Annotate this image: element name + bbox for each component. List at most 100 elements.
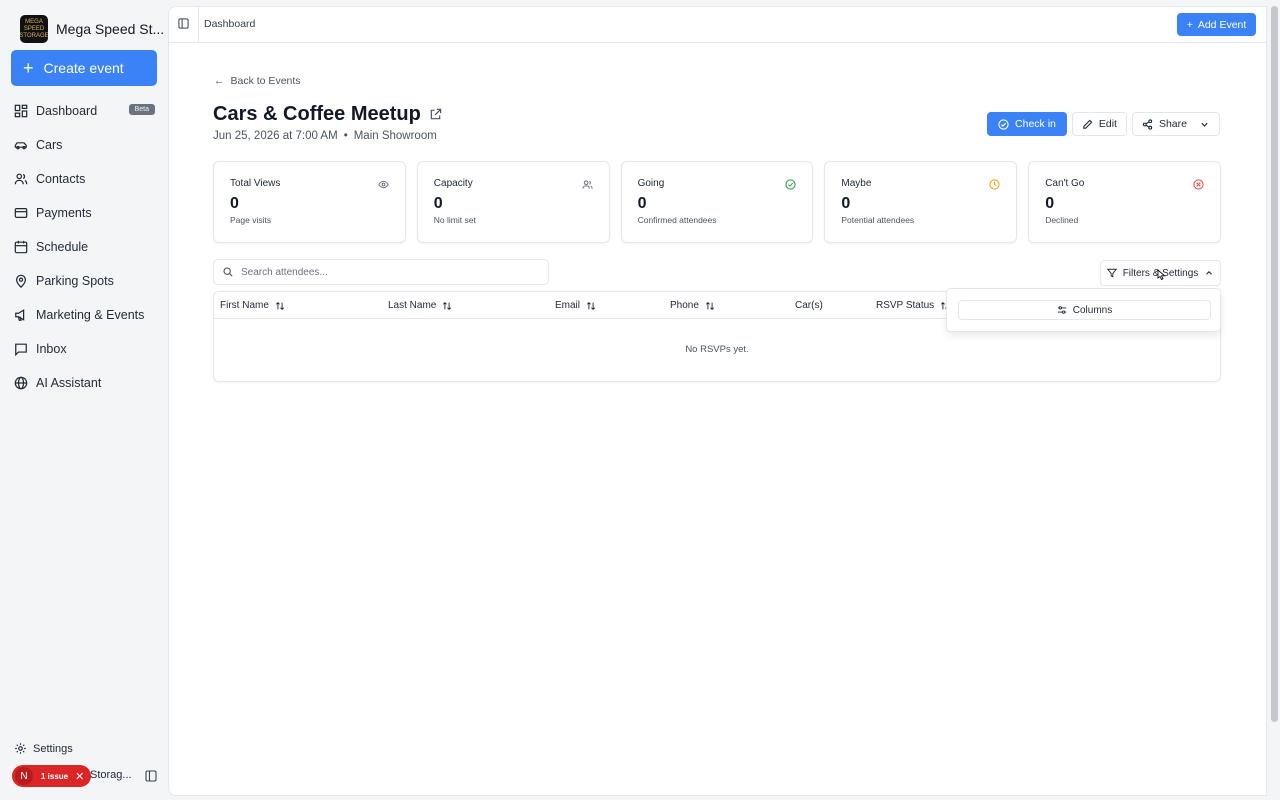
back-label: Back to Events	[230, 75, 301, 87]
x-circle-icon	[1193, 179, 1204, 190]
sliders-icon	[1057, 306, 1066, 314]
stat-card-capacity: Capacity 0 No limit set	[416, 161, 610, 243]
plus-icon: +	[23, 58, 34, 78]
sidebar-item-label: Payments	[36, 206, 92, 220]
calendar-icon	[14, 240, 28, 254]
sidebar-item-settings[interactable]: Settings	[14, 742, 73, 755]
stat-sub: Page visits	[230, 215, 272, 225]
brand[interactable]: MEGA SPEED STORAGE Mega Speed St...	[20, 15, 164, 43]
stat-card-maybe: Maybe 0 Potential attendees	[824, 161, 1018, 243]
sidebar-item-label: Schedule	[36, 240, 89, 254]
main-panel: Dashboard + Add Event ← Back to Events C…	[168, 6, 1267, 796]
column-header-cars[interactable]: Car(s)	[795, 300, 823, 311]
sidebar-item-contacts[interactable]: Contacts	[11, 162, 157, 196]
footer-user: N 1 issue ✕ Storag...	[12, 765, 158, 791]
sidebar-item-ai-assistant[interactable]: AI Assistant	[11, 366, 157, 400]
stat-sub: Potential attendees	[841, 215, 915, 225]
back-to-events-link[interactable]: ← Back to Events	[214, 75, 301, 87]
brand-logo: MEGA SPEED STORAGE	[20, 15, 48, 43]
issue-badge[interactable]: N 1 issue ✕	[12, 765, 91, 787]
page-scrollbar[interactable]	[1271, 6, 1278, 722]
check-in-button[interactable]: Check in	[987, 112, 1067, 136]
share-button[interactable]: Share	[1131, 112, 1220, 136]
map-pin-icon	[16, 274, 26, 288]
breadcrumb[interactable]: Dashboard	[204, 18, 255, 30]
sidebar-toggle-icon[interactable]	[178, 18, 189, 29]
separator-dot: •	[343, 130, 348, 142]
filter-icon	[1106, 268, 1117, 278]
sidebar-item-cars[interactable]: Cars	[11, 128, 157, 162]
brand-name: Mega Speed St...	[56, 21, 165, 37]
external-link-icon[interactable]	[429, 108, 442, 121]
sidebar-item-parking-spots[interactable]: Parking Spots	[11, 264, 157, 298]
create-event-label: Create event	[43, 60, 124, 76]
search-input[interactable]	[241, 266, 531, 278]
users-icon	[582, 180, 593, 189]
credit-card-icon	[14, 208, 28, 218]
edit-label: Edit	[1098, 118, 1117, 130]
empty-state: No RSVPs yet.	[685, 344, 749, 355]
arrow-left-icon: ←	[214, 75, 225, 87]
event-date: Jun 25, 2026 at 7:00 AM	[213, 130, 338, 142]
search-icon	[223, 267, 233, 277]
stat-sub: Declined	[1045, 215, 1079, 225]
eye-icon	[378, 180, 389, 189]
event-meta: Jun 25, 2026 at 7:00 AM • Main Showroom	[213, 130, 437, 142]
event-title-row: Cars & Coffee Meetup	[213, 103, 442, 126]
sidebar-item-dashboard[interactable]: Dashboard Beta	[11, 94, 157, 128]
column-header-last-name[interactable]: Last Name	[388, 300, 452, 311]
issue-label: 1 issue	[41, 771, 69, 781]
sidebar-item-label: Contacts	[36, 172, 86, 186]
issue-avatar: N	[15, 767, 33, 785]
columns-label: Columns	[1072, 304, 1113, 316]
stat-sub: Confirmed attendees	[637, 215, 717, 225]
chevron-down-icon	[1201, 122, 1208, 127]
page-title: Cars & Coffee Meetup	[213, 103, 421, 125]
column-header-rsvp-status[interactable]: RSVP Status	[876, 300, 950, 311]
attendee-search	[213, 259, 549, 285]
add-event-button[interactable]: + Add Event	[1177, 13, 1256, 36]
plus-icon: +	[1186, 18, 1193, 31]
column-label: Email	[555, 300, 581, 311]
contacts-icon	[14, 173, 28, 185]
close-icon[interactable]: ✕	[75, 770, 84, 783]
footer-org-name[interactable]: Storag...	[90, 769, 132, 781]
sort-icon	[275, 301, 284, 310]
sort-icon	[705, 301, 714, 310]
columns-button[interactable]: Columns	[958, 300, 1211, 320]
sort-icon	[443, 301, 452, 310]
stats-row: Total Views 0 Page visits Capacity 0 No …	[213, 161, 1221, 243]
column-header-phone[interactable]: Phone	[670, 300, 715, 311]
create-event-button[interactable]: + Create event	[11, 50, 157, 86]
stat-card-cant-go: Can't Go 0 Declined	[1028, 161, 1221, 243]
check-in-label: Check in	[1015, 118, 1056, 130]
event-location: Main Showroom	[353, 130, 437, 142]
settings-label: Settings	[33, 742, 73, 755]
sidebar-item-label: AI Assistant	[36, 376, 102, 390]
column-label: RSVP Status	[876, 300, 935, 311]
sidebar-item-inbox[interactable]: Inbox	[11, 332, 157, 366]
sidebar-item-payments[interactable]: Payments	[11, 196, 157, 230]
megaphone-icon	[15, 309, 25, 321]
stat-value: 0	[230, 195, 239, 212]
clock-icon	[989, 179, 1000, 190]
column-header-email[interactable]: Email	[555, 300, 596, 311]
column-label: Car(s)	[795, 300, 823, 311]
sidebar-nav: Dashboard Beta Cars Contacts Payments Sc…	[11, 94, 157, 400]
topbar: Dashboard + Add Event	[169, 7, 1266, 43]
check-circle-icon	[998, 118, 1009, 130]
column-header-first-name[interactable]: First Name	[220, 300, 285, 311]
stat-value: 0	[433, 195, 443, 212]
panel-toggle-icon[interactable]	[145, 770, 157, 782]
pencil-icon	[1083, 119, 1093, 129]
share-icon	[1142, 118, 1153, 130]
sidebar-item-schedule[interactable]: Schedule	[11, 230, 157, 264]
stat-value: 0	[637, 195, 647, 212]
column-label: Last Name	[388, 300, 437, 311]
sidebar-item-marketing-events[interactable]: Marketing & Events	[11, 298, 157, 332]
message-icon	[15, 343, 27, 356]
sidebar-item-label: Cars	[36, 138, 63, 152]
column-label: Phone	[670, 300, 699, 311]
edit-button[interactable]: Edit	[1071, 112, 1127, 136]
stat-value: 0	[841, 195, 851, 212]
